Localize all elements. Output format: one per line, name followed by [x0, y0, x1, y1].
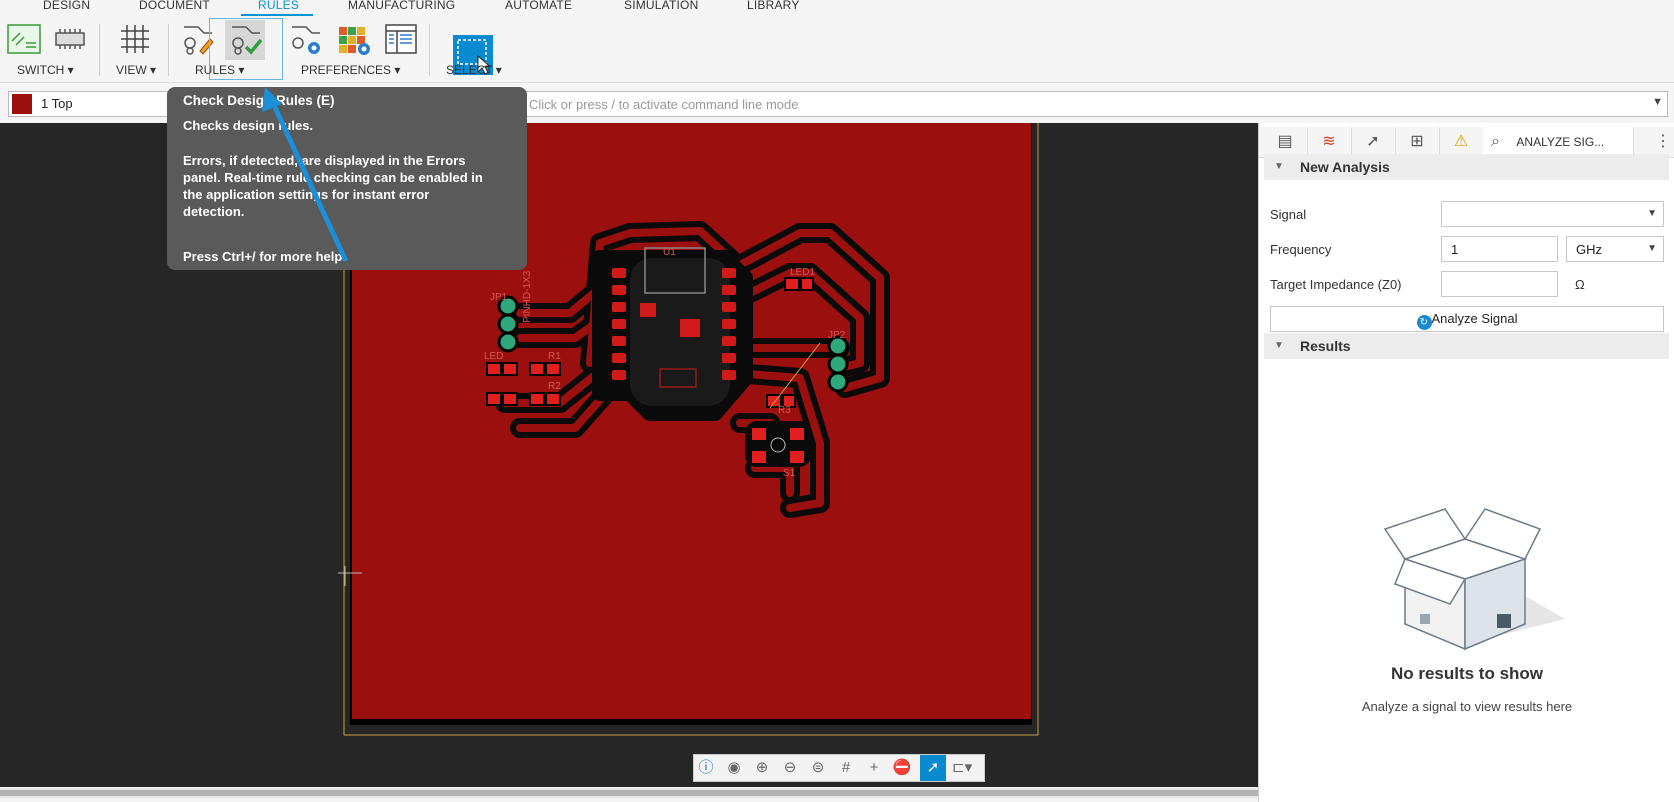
silk-label: R1: [548, 351, 561, 362]
silk-label: U1: [663, 247, 676, 258]
select-icon[interactable]: ➚: [920, 755, 946, 781]
tooltip-text: panel. Real-time rule checking can be en…: [183, 170, 483, 185]
tab-simulation[interactable]: SIMULATION: [624, 0, 698, 12]
layer-color-swatch: [12, 94, 32, 114]
silk-label: LED: [484, 351, 503, 362]
analyze-icon: ⌕: [1491, 133, 1500, 150]
tooltip-help: Press Ctrl+/ for more help.: [183, 249, 346, 264]
horizontal-scrollbar[interactable]: [0, 788, 1258, 798]
view-group-label[interactable]: VIEW ▾: [116, 63, 156, 77]
zoom-fit-icon[interactable]: ⊜: [808, 758, 828, 778]
layers-icon[interactable]: ≋: [1307, 127, 1352, 157]
tab-automate[interactable]: AUTOMATE: [505, 0, 572, 12]
tab-manufacturing[interactable]: MANUFACTURING: [348, 0, 455, 12]
signal-label: Signal: [1270, 207, 1307, 222]
frequency-unit-select[interactable]: GHz ▼: [1566, 236, 1664, 262]
ribbon-divider: [99, 24, 100, 76]
layer-dropdown[interactable]: 1 Top: [8, 91, 168, 117]
collapse-icon: ▼: [1274, 161, 1284, 172]
rules-group-label[interactable]: RULES ▾: [195, 63, 244, 77]
silk-label: R2: [548, 381, 561, 392]
chevron-down-icon: ▼: [1647, 243, 1657, 254]
stop-icon[interactable]: ⛔: [892, 758, 912, 778]
impedance-input[interactable]: [1441, 271, 1558, 297]
tab-rules[interactable]: RULES: [258, 0, 299, 12]
tab-document[interactable]: DOCUMENT: [139, 0, 210, 12]
analyze-icon: ↻: [1416, 315, 1432, 330]
grid-icon[interactable]: #: [836, 758, 856, 778]
new-analysis-header[interactable]: ▼ New Analysis: [1264, 154, 1669, 180]
silk-label: PINHD-1X3: [522, 270, 533, 323]
more-options-icon[interactable]: ⋮: [1653, 127, 1673, 157]
silk-label: JP1: [490, 292, 508, 303]
tooltip-title: Check Design Rules (E): [183, 93, 335, 108]
silk-label: R3: [778, 405, 791, 416]
ohm-unit: Ω: [1575, 277, 1585, 292]
empty-subtitle: Analyze a signal to view results here: [1361, 699, 1573, 714]
command-placeholder: Click or press / to activate command lin…: [529, 97, 799, 112]
signal-select[interactable]: ▼: [1441, 201, 1664, 227]
empty-title: No results to show: [1390, 664, 1544, 683]
zoom-out-icon[interactable]: ⊖: [780, 758, 800, 778]
tooltip-summary: Checks design rules.: [183, 118, 314, 133]
selection-filter-icon[interactable]: ➚: [1351, 127, 1396, 157]
canvas-toolbar: ⓘ ◉ ⊕ ⊖ ⊜ # + ⛔ ➚ ⊏▾: [693, 754, 985, 782]
crosshair-icon[interactable]: +: [864, 758, 884, 778]
tab-library[interactable]: LIBRARY: [747, 0, 800, 12]
inspector-icon[interactable]: ▤: [1263, 127, 1308, 157]
layer-name: 1 Top: [41, 96, 73, 111]
workspace-tabs: DESIGN DOCUMENT RULES MANUFACTURING AUTO…: [0, 0, 1674, 17]
select-group-label[interactable]: SELECT ▾: [446, 63, 502, 77]
analyze-signal-panel: ▤ ≋ ➚ ⊞ ⚠ ⌕ ANALYZE SIG... ⋮ ▼ New Analy…: [1258, 123, 1674, 802]
tree-icon[interactable]: ⊞: [1395, 127, 1440, 157]
rule-settings-icon[interactable]: [288, 21, 324, 57]
warning-icon[interactable]: ⚠: [1439, 127, 1484, 157]
switch-s1: [745, 421, 811, 467]
empty-box-icon: [1383, 508, 1565, 651]
scrollbar-thumb[interactable]: [0, 790, 1258, 796]
tooltip-text: detection.: [183, 204, 245, 219]
eye-icon[interactable]: ◉: [724, 758, 744, 778]
collapse-icon: ▼: [1274, 340, 1284, 351]
frequency-input[interactable]: 1: [1441, 236, 1558, 262]
ribbon-divider: [429, 24, 430, 76]
ribbon-toolbar: SWITCH ▾ VIEW ▾ RULES ▾ PREFERENCES ▾ SE…: [0, 16, 1674, 83]
check-rules-tooltip: Check Design Rules (E) Checks design rul…: [167, 87, 527, 270]
route-icon[interactable]: ⊏▾: [952, 758, 972, 778]
results-header[interactable]: ▼ Results: [1264, 333, 1669, 359]
chevron-down-icon: ▼: [1647, 208, 1657, 219]
frequency-label: Frequency: [1270, 242, 1332, 257]
board-switch-icon[interactable]: [52, 21, 88, 57]
info-icon[interactable]: ⓘ: [696, 758, 716, 778]
switch-group-label[interactable]: SWITCH ▾: [17, 63, 74, 77]
preferences-group-label[interactable]: PREFERENCES ▾: [301, 63, 400, 77]
silk-label: S1: [783, 468, 796, 479]
silk-label: LED1: [790, 267, 815, 278]
header-jp1: [497, 295, 519, 353]
tab-analyze-signal[interactable]: ⌕ ANALYZE SIG...: [1483, 127, 1634, 157]
layer-settings-icon[interactable]: [336, 21, 372, 57]
header-jp2: [827, 335, 849, 393]
impedance-label: Target Impedance (Z0): [1270, 277, 1402, 292]
grid-icon[interactable]: [117, 21, 153, 57]
ribbon-divider: [168, 24, 169, 76]
chevron-down-icon[interactable]: ▼: [1652, 96, 1663, 108]
panel-settings-icon[interactable]: [383, 21, 419, 57]
tooltip-text: Errors, if detected, are displayed in th…: [183, 153, 466, 168]
tooltip-text: the application settings for instant err…: [183, 187, 430, 202]
silk-label: JP2: [828, 330, 846, 341]
zoom-in-icon[interactable]: ⊕: [752, 758, 772, 778]
tab-design[interactable]: DESIGN: [43, 0, 90, 12]
analyze-signal-button[interactable]: ↻ Analyze Signal: [1270, 306, 1664, 332]
schematic-switch-icon[interactable]: [6, 21, 42, 57]
